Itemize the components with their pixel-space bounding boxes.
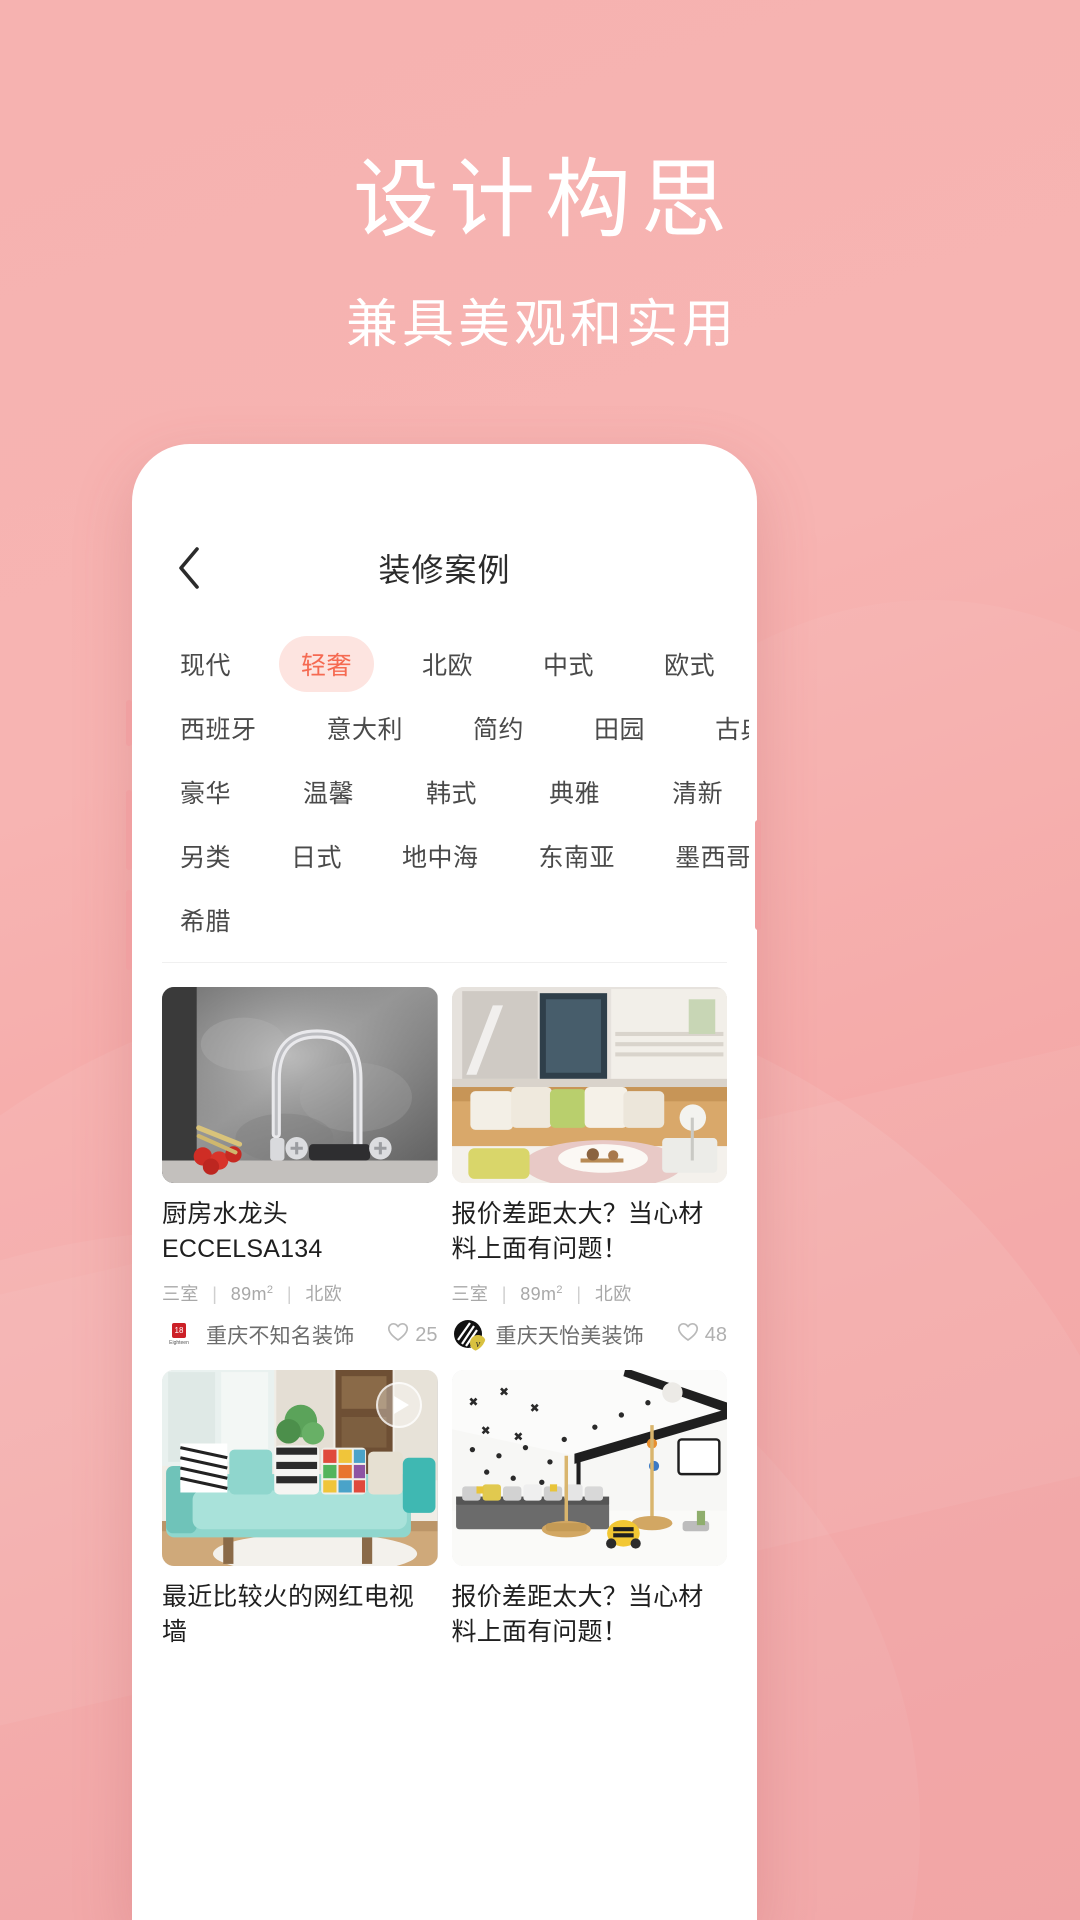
like-counter[interactable]: 25 bbox=[387, 1322, 438, 1348]
filter-row-2: 西班牙 意大利 简约 田园 古典 混搭 bbox=[158, 696, 749, 760]
filter-tag-yidali[interactable]: 意大利 bbox=[305, 700, 426, 756]
filter-tag-gudian[interactable]: 古典 bbox=[693, 700, 749, 756]
kids-playroom-photo bbox=[451, 1370, 727, 1566]
filter-tag-zhongshi[interactable]: 中式 bbox=[521, 636, 616, 692]
filter-row-5: 希腊 bbox=[158, 888, 731, 952]
filter-tag-dizhonghai[interactable]: 地中海 bbox=[380, 828, 501, 884]
like-counter[interactable]: 48 bbox=[677, 1322, 727, 1348]
phone-mockup: 装修案例 现代 轻奢 北欧 中式 欧式 美式 西班牙 意大利 简约 田园 古典 … bbox=[132, 444, 757, 1920]
case-card[interactable]: 报价差距太大？当心材料上面有问题！ 三室 | 89m2 | 北欧 v 重庆天怡美… bbox=[451, 987, 728, 1352]
phone-volume-down-button bbox=[126, 890, 132, 970]
filter-tag-rishi[interactable]: 日式 bbox=[269, 828, 364, 884]
filter-row-4: 另类 日式 地中海 东南亚 墨西哥 法式 bbox=[158, 824, 749, 888]
case-meta: 三室 | 89m2 | 北欧 bbox=[162, 1280, 438, 1306]
heart-outline-icon bbox=[677, 1322, 699, 1348]
filter-tag-qingxin[interactable]: 清新 bbox=[650, 764, 745, 820]
filter-tag-beiou[interactable]: 北欧 bbox=[400, 636, 495, 692]
case-card-grid: 厨房水龙头 ECCELSA134 三室 | 89m2 | 北欧 18 Eight… bbox=[140, 963, 749, 1649]
case-area: 89m bbox=[230, 1284, 267, 1304]
filter-tag-hanshi[interactable]: 韩式 bbox=[404, 764, 499, 820]
meta-separator: | bbox=[576, 1284, 582, 1304]
filter-row-3: 豪华 温馨 韩式 典雅 清新 时尚 bbox=[158, 760, 731, 824]
promo-headline: 设计构思 兼具美观和实用 bbox=[0, 150, 1080, 358]
meta-separator: | bbox=[501, 1284, 507, 1304]
living-room-sofa-photo bbox=[451, 987, 727, 1183]
filter-tag-moxige[interactable]: 墨西哥 bbox=[653, 828, 749, 884]
play-triangle-icon bbox=[393, 1396, 409, 1414]
case-style: 北欧 bbox=[305, 1284, 343, 1304]
case-meta: 三室 | 89m2 | 北欧 bbox=[452, 1280, 728, 1306]
case-area: 89m bbox=[520, 1284, 557, 1304]
phone-volume-up-button bbox=[126, 790, 132, 870]
meta-separator: | bbox=[286, 1284, 292, 1304]
filter-tag-linglei[interactable]: 另类 bbox=[158, 828, 253, 884]
case-author[interactable]: 重庆不知名装饰 bbox=[206, 1320, 354, 1350]
case-thumbnail[interactable] bbox=[451, 987, 727, 1183]
case-area-unit: 2 bbox=[556, 1284, 563, 1296]
case-card[interactable]: 报价差距太大？当心材料上面有问题！ bbox=[451, 1370, 727, 1649]
case-footer: v 重庆天怡美装饰 48 bbox=[452, 1318, 727, 1352]
promo-title: 设计构思 bbox=[353, 152, 737, 248]
case-title: 报价差距太大？当心材料上面有问题！ bbox=[451, 1583, 704, 1646]
case-rooms: 三室 bbox=[162, 1284, 199, 1304]
meta-separator: | bbox=[212, 1284, 218, 1304]
filter-tag-dongnanya[interactable]: 东南亚 bbox=[517, 828, 638, 884]
kitchen-faucet-photo bbox=[162, 987, 438, 1183]
chevron-left-icon bbox=[176, 546, 202, 590]
promo-subtitle: 兼具美观和实用 bbox=[345, 296, 738, 355]
case-card[interactable]: 厨房水龙头 ECCELSA134 三室 | 89m2 | 北欧 18 Eight… bbox=[162, 987, 438, 1352]
case-footer: 18 Eighteen 重庆不知名装饰 25 bbox=[162, 1318, 438, 1352]
filter-tag-xibanya[interactable]: 西班牙 bbox=[158, 700, 279, 756]
phone-mute-switch bbox=[126, 700, 132, 746]
case-title: 报价差距太大？当心材料上面有问题！ bbox=[451, 1200, 704, 1263]
case-area-unit: 2 bbox=[266, 1284, 274, 1296]
page-title: 装修案例 bbox=[378, 552, 511, 588]
case-thumbnail[interactable] bbox=[162, 987, 438, 1183]
svg-text:18: 18 bbox=[175, 1326, 184, 1335]
heart-outline-icon bbox=[387, 1322, 409, 1348]
case-style: 北欧 bbox=[594, 1284, 632, 1304]
svg-text:Eighteen: Eighteen bbox=[169, 1340, 189, 1346]
phone-power-button bbox=[755, 820, 761, 930]
svg-text:v: v bbox=[475, 1339, 480, 1350]
filter-tag-haohua[interactable]: 豪华 bbox=[158, 764, 253, 820]
eighteen-logo-avatar[interactable]: 18 Eighteen bbox=[162, 1318, 196, 1352]
case-thumbnail[interactable] bbox=[162, 1370, 438, 1566]
filter-tag-jianyue[interactable]: 简约 bbox=[451, 700, 546, 756]
case-thumbnail[interactable] bbox=[451, 1370, 727, 1566]
like-count: 25 bbox=[415, 1323, 438, 1346]
case-rooms: 三室 bbox=[451, 1284, 489, 1304]
filter-row-1: 现代 轻奢 北欧 中式 欧式 美式 bbox=[158, 632, 731, 696]
case-title: 最近比较火的网红电视墙 bbox=[162, 1583, 415, 1646]
tianyimei-logo-avatar[interactable]: v bbox=[452, 1318, 486, 1352]
like-count: 48 bbox=[704, 1323, 727, 1346]
app-header: 装修案例 bbox=[140, 514, 749, 622]
filter-tag-tianyuan[interactable]: 田园 bbox=[572, 700, 667, 756]
case-author[interactable]: 重庆天怡美装饰 bbox=[496, 1320, 644, 1350]
filter-tag-qingshe[interactable]: 轻奢 bbox=[279, 636, 375, 692]
phone-screen: 装修案例 现代 轻奢 北欧 中式 欧式 美式 西班牙 意大利 简约 田园 古典 … bbox=[140, 452, 749, 1920]
case-title: 厨房水龙头 ECCELSA134 bbox=[162, 1200, 323, 1263]
back-button[interactable] bbox=[166, 545, 212, 591]
filter-tag-xiandai[interactable]: 现代 bbox=[158, 636, 253, 692]
filter-tag-wenxin[interactable]: 温馨 bbox=[281, 764, 376, 820]
filter-tag-oushi[interactable]: 欧式 bbox=[642, 636, 737, 692]
filter-tag-xila[interactable]: 希腊 bbox=[158, 892, 253, 948]
filter-tag-area: 现代 轻奢 北欧 中式 欧式 美式 西班牙 意大利 简约 田园 古典 混搭 豪华… bbox=[140, 622, 749, 956]
case-card[interactable]: 最近比较火的网红电视墙 bbox=[162, 1370, 438, 1649]
filter-tag-dianya[interactable]: 典雅 bbox=[527, 764, 622, 820]
video-play-button[interactable] bbox=[375, 1382, 422, 1428]
